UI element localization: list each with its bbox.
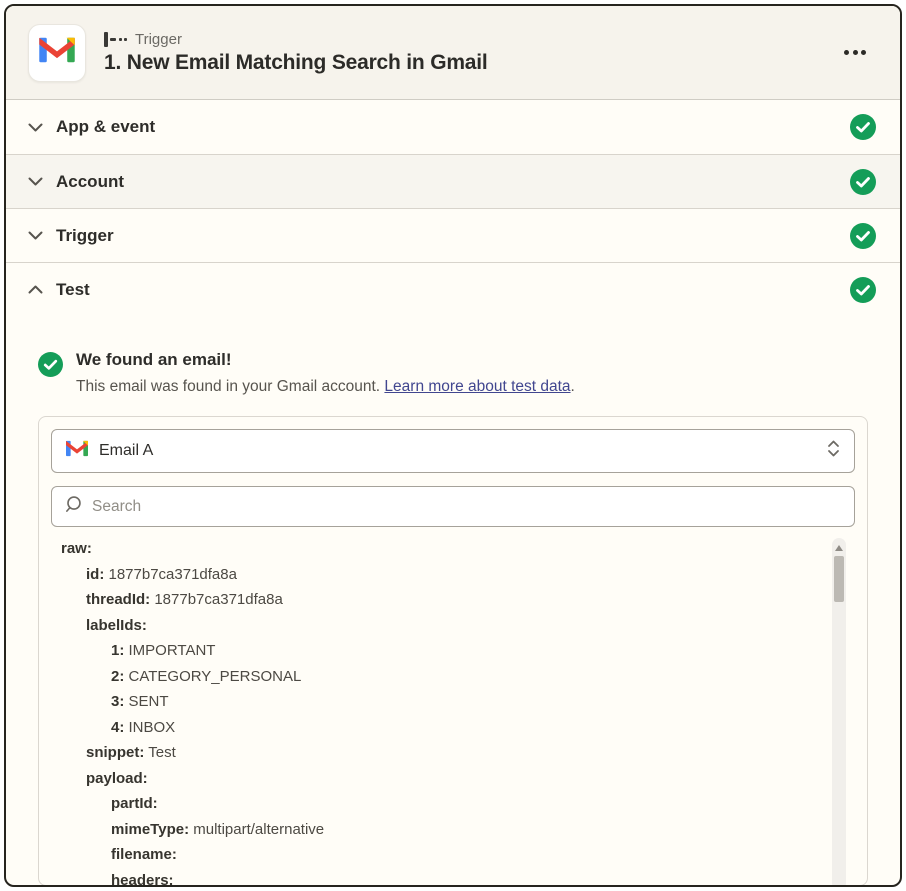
data-value: INBOX [124, 719, 175, 736]
search-input[interactable] [92, 498, 842, 516]
data-row: raw: [51, 536, 855, 562]
search-icon [64, 495, 83, 519]
data-value: 1877b7ca371dfa8a [150, 591, 283, 608]
data-key: 3: [111, 693, 124, 710]
record-select-value: Email A [99, 442, 827, 460]
test-result: We found an email! This email was found … [38, 350, 868, 396]
section-label: Account [56, 172, 850, 192]
email-data-list: raw: id: 1877b7ca371dfa8a threadId: 1877… [51, 536, 855, 887]
data-value: IMPORTANT [124, 642, 215, 659]
data-value: Test [144, 744, 175, 761]
result-description-text: This email was found in your Gmail accou… [76, 378, 384, 395]
data-key: id: [86, 566, 104, 583]
chevron-down-icon [27, 177, 43, 186]
success-check-icon [38, 352, 63, 377]
result-heading: We found an email! [76, 350, 575, 370]
gmail-icon [39, 35, 75, 70]
data-value: CATEGORY_PERSONAL [124, 668, 301, 685]
step-title: 1. New Email Matching Search in Gmail [104, 51, 840, 75]
data-key: raw: [61, 540, 92, 557]
test-panel: We found an email! This email was found … [6, 316, 900, 886]
data-row: mimeType: multipart/alternative [51, 817, 855, 843]
section-label: Trigger [56, 226, 850, 246]
accordion-section[interactable]: Account [6, 154, 900, 208]
check-circle-icon [850, 169, 876, 195]
data-key: 2: [111, 668, 124, 685]
data-row: 1: IMPORTANT [51, 638, 855, 664]
data-key: 1: [111, 642, 124, 659]
check-circle-icon [850, 277, 876, 303]
step-header: Trigger 1. New Email Matching Search in … [6, 6, 900, 100]
data-row: 3: SENT [51, 689, 855, 715]
record-select[interactable]: Email A [51, 429, 855, 473]
check-circle-icon [850, 223, 876, 249]
section-label: App & event [56, 117, 850, 137]
data-value: SENT [124, 693, 168, 710]
scrollbar[interactable] [832, 538, 846, 887]
more-options-button[interactable] [840, 42, 870, 63]
result-description: This email was found in your Gmail accou… [76, 378, 575, 396]
data-key: payload: [86, 770, 148, 787]
scrollbar-thumb[interactable] [834, 556, 844, 602]
data-key: 4: [111, 719, 124, 736]
result-description-suffix: . [571, 378, 575, 395]
data-key: filename: [111, 846, 177, 863]
header-text: Trigger 1. New Email Matching Search in … [104, 31, 840, 75]
data-row: id: 1877b7ca371dfa8a [51, 562, 855, 588]
data-key: headers: [111, 872, 174, 888]
data-row: labelIds: [51, 613, 855, 639]
search-field [51, 486, 855, 527]
learn-more-link[interactable]: Learn more about test data [384, 378, 570, 395]
gmail-icon [66, 439, 88, 463]
data-row: 2: CATEGORY_PERSONAL [51, 664, 855, 690]
data-key: labelIds: [86, 617, 147, 634]
scroll-up-icon[interactable] [835, 545, 843, 551]
data-row: filename: [51, 842, 855, 868]
trigger-step-card: Trigger 1. New Email Matching Search in … [4, 4, 902, 887]
data-key: mimeType: [111, 821, 189, 838]
updown-chevron-icon [827, 439, 840, 463]
chevron-down-icon [27, 231, 43, 240]
ellipsis-icon [844, 50, 849, 55]
chevron-up-icon [27, 285, 43, 294]
accordion-section[interactable]: App & event [6, 100, 900, 154]
data-row: threadId: 1877b7ca371dfa8a [51, 587, 855, 613]
data-key: snippet: [86, 744, 144, 761]
section-label: Test [56, 280, 850, 300]
step-type-label: Trigger [135, 31, 182, 48]
accordion-section[interactable]: Trigger [6, 208, 900, 262]
chevron-down-icon [27, 123, 43, 132]
data-key: partId: [111, 795, 158, 812]
data-row: 4: INBOX [51, 715, 855, 741]
gmail-app-badge [28, 24, 86, 82]
data-row: payload: [51, 766, 855, 792]
data-value: multipart/alternative [189, 821, 324, 838]
data-key: threadId: [86, 591, 150, 608]
data-value: 1877b7ca371dfa8a [104, 566, 237, 583]
accordion-section[interactable]: Test [6, 262, 900, 316]
check-circle-icon [850, 114, 876, 140]
data-row: headers: [51, 868, 855, 888]
data-row: partId: [51, 791, 855, 817]
data-row: snippet: Test [51, 740, 855, 766]
accordion: App & event Account Trigger Test [6, 100, 900, 316]
trigger-icon [104, 32, 127, 47]
test-data-card: Email A [38, 416, 868, 886]
